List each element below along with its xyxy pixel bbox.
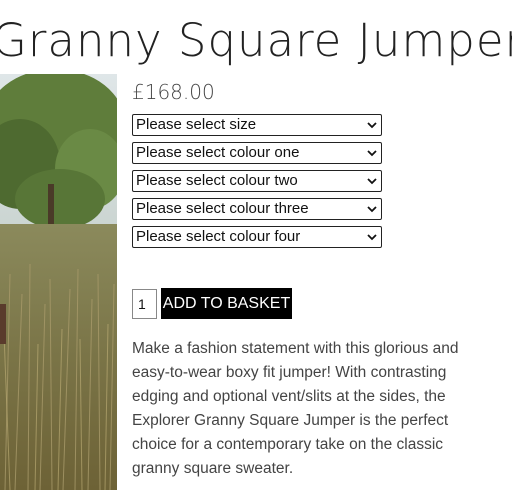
size-select[interactable]: Please select size <box>132 114 382 136</box>
colour-two-select[interactable]: Please select colour two <box>132 170 382 192</box>
add-to-basket-button[interactable]: ADD TO BASKET <box>161 288 292 319</box>
colour-three-select[interactable]: Please select colour three <box>132 198 382 220</box>
chevron-down-icon <box>367 178 377 185</box>
product-description: Make a fashion statement with this glori… <box>132 340 459 477</box>
chevron-down-icon <box>367 206 377 213</box>
chevron-down-icon <box>367 234 377 241</box>
size-select-value: Please select size <box>136 116 257 133</box>
colour-two-select-value: Please select colour two <box>136 172 298 189</box>
product-price: £168.00 <box>132 80 215 104</box>
colour-three-select-value: Please select colour three <box>136 200 309 217</box>
colour-one-select-value: Please select colour one <box>136 144 300 161</box>
colour-one-select[interactable]: Please select colour one <box>132 142 382 164</box>
product-photo <box>0 74 117 490</box>
colour-four-select[interactable]: Please select colour four <box>132 226 382 248</box>
quantity-input[interactable] <box>132 289 157 319</box>
chevron-down-icon <box>367 150 377 157</box>
chevron-down-icon <box>367 122 377 129</box>
colour-four-select-value: Please select colour four <box>136 228 301 245</box>
product-title: Granny Square Jumper <box>0 14 512 67</box>
